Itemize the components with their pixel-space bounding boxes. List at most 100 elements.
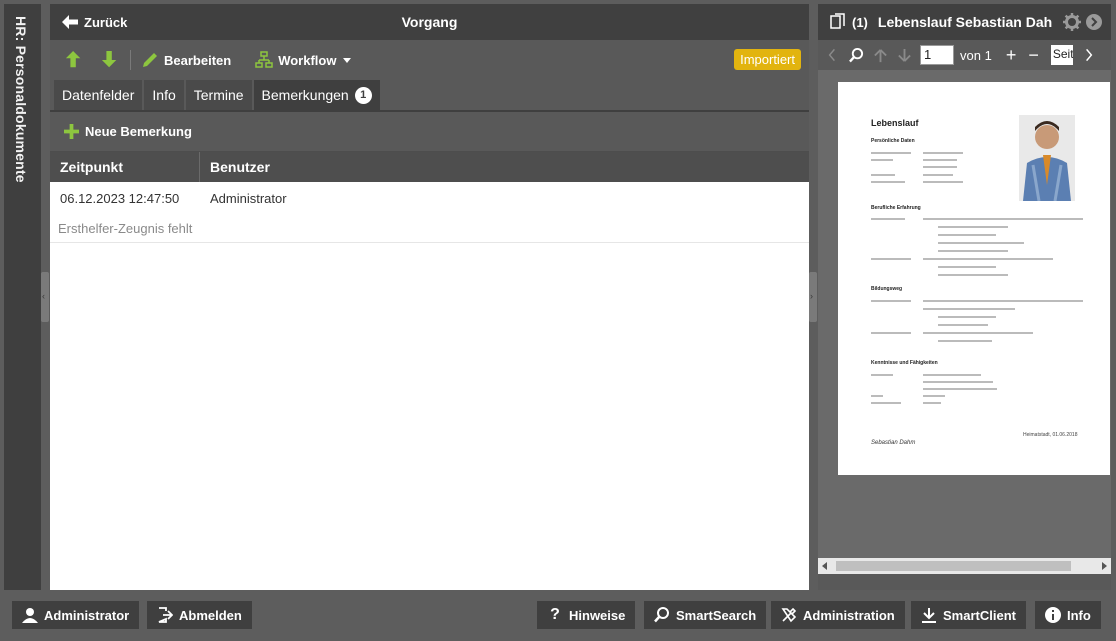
move-down-button[interactable] — [98, 49, 120, 71]
tab-termine[interactable]: Termine — [185, 80, 252, 110]
hints-button[interactable]: ? Hinweise — [537, 601, 636, 629]
scrollbar-thumb[interactable] — [836, 561, 1071, 571]
table-row[interactable]: 06.12.2023 12:47:50 Administrator Ersthe… — [50, 182, 809, 243]
workflow-label: Workflow — [278, 52, 337, 68]
user-icon — [22, 608, 38, 623]
process-header: Zurück Vorgang — [50, 4, 809, 40]
pdf-viewport[interactable]: Lebenslauf Persönliche Daten Berufliche … — [818, 70, 1111, 574]
cv-text-line — [938, 266, 996, 268]
page-up-button[interactable] — [872, 46, 888, 64]
cell-timestamp: 06.12.2023 12:47:50 — [60, 190, 180, 206]
info-icon — [1045, 607, 1061, 623]
workflow-icon — [255, 51, 273, 68]
document-count: (1) — [852, 14, 868, 30]
cell-user: Administrator — [210, 190, 287, 206]
cv-text-line — [938, 226, 1008, 228]
viewer-header: (1) Lebenslauf Sebastian Dahm — [818, 4, 1111, 40]
edit-button[interactable]: Bearbeiten — [141, 51, 231, 69]
tab-datenfelder[interactable]: Datenfelder — [54, 80, 143, 110]
tab-label: Bemerkungen — [261, 87, 349, 103]
user-button[interactable]: Administrator — [12, 601, 140, 629]
page-number-input[interactable]: 1 — [920, 45, 954, 65]
previous-page-button[interactable] — [824, 46, 840, 64]
logout-button[interactable]: Abmelden — [147, 601, 252, 629]
arrow-up-icon — [873, 48, 887, 62]
chevron-right-icon: › — [810, 291, 813, 301]
smartsearch-label: SmartSearch — [676, 607, 757, 623]
info-button[interactable]: Info — [1035, 601, 1101, 629]
cv-signature: Sebastian Dahm — [871, 440, 916, 446]
cv-section-heading: Bildungsweg — [871, 286, 903, 292]
module-sidebar[interactable]: HR: Personaldokumente — [4, 4, 41, 590]
page-title: Vorgang — [401, 14, 458, 30]
status-badge: Importiert — [734, 49, 801, 70]
document-title: Lebenslauf Sebastian Dahm — [877, 14, 1053, 30]
cv-text-line — [871, 374, 893, 376]
column-header-user[interactable]: Benutzer — [200, 152, 809, 182]
cv-text-line — [923, 300, 1083, 302]
next-document-icon[interactable] — [1085, 13, 1103, 31]
zoom-out-button[interactable]: − — [1028, 45, 1039, 66]
cv-text-line — [923, 181, 963, 183]
new-remark-button[interactable]: Neue Bemerkung — [64, 124, 192, 139]
tab-bar: Datenfelder Info Termine Bemerkungen 1 — [50, 80, 809, 112]
grid-header: Zeitpunkt Benutzer — [50, 152, 809, 182]
smartsearch-button[interactable]: SmartSearch — [644, 601, 767, 629]
document-viewer: (1) Lebenslauf Sebastian Dahm 1 von 1 + … — [818, 4, 1111, 590]
cv-text-line — [923, 395, 945, 397]
page-down-button[interactable] — [896, 46, 912, 64]
question-icon: ? — [550, 606, 560, 623]
scroll-right-icon[interactable] — [1102, 562, 1107, 570]
edit-label: Bearbeiten — [164, 52, 232, 68]
cv-text-line — [938, 242, 1024, 244]
move-up-button[interactable] — [62, 49, 84, 71]
tab-info[interactable]: Info — [144, 80, 184, 110]
zoom-in-button[interactable]: + — [1006, 45, 1017, 66]
column-header-timestamp[interactable]: Zeitpunkt — [50, 152, 200, 182]
smartclient-button[interactable]: SmartClient — [911, 601, 1026, 629]
user-label: Administrator — [44, 607, 130, 623]
gear-icon[interactable] — [1063, 13, 1081, 31]
logout-icon — [158, 607, 173, 623]
scroll-left-icon[interactable] — [822, 562, 827, 570]
cv-place-date: Heimatstadt, 01.06.2018 — [1023, 432, 1078, 438]
arrow-up-icon — [65, 51, 81, 68]
pencil-icon — [143, 53, 157, 67]
cv-title: Lebenslauf — [871, 118, 919, 128]
info-label: Info — [1067, 607, 1091, 623]
horizontal-scrollbar[interactable] — [818, 558, 1111, 574]
chevron-down-icon — [343, 57, 352, 63]
cv-text-line — [923, 174, 953, 176]
bottom-bar: Administrator Abmelden ? Hinweise SmartS… — [0, 592, 1116, 641]
next-page-button[interactable] — [1081, 46, 1097, 64]
download-icon — [922, 608, 936, 623]
plus-icon — [64, 124, 79, 139]
cv-text-line — [923, 388, 997, 390]
portrait-illustration — [1019, 115, 1075, 201]
cv-text-line — [923, 258, 1053, 260]
chevron-left-icon — [828, 48, 835, 62]
toolbar-divider — [130, 50, 131, 70]
process-toolbar: Bearbeiten Workflow Importiert — [50, 40, 809, 80]
cv-text-line — [938, 316, 996, 318]
tab-label: Termine — [193, 87, 244, 103]
left-splitter-handle[interactable]: ‹ — [41, 272, 49, 322]
back-button[interactable]: Zurück — [62, 4, 127, 40]
administration-button[interactable]: Administration — [771, 601, 905, 629]
right-splitter-handle[interactable]: › — [809, 272, 817, 322]
cv-text-line — [871, 159, 893, 161]
hints-label: Hinweise — [569, 607, 626, 623]
arrow-down-icon — [101, 51, 117, 68]
workflow-dropdown[interactable]: Workflow — [255, 51, 352, 69]
smartclient-label: SmartClient — [943, 607, 1016, 623]
cv-text-line — [923, 218, 1083, 220]
cv-text-line — [923, 152, 963, 154]
cv-text-line — [938, 250, 1008, 252]
cv-text-line — [871, 218, 905, 220]
tab-bemerkungen[interactable]: Bemerkungen 1 — [253, 80, 380, 110]
search-button[interactable] — [848, 46, 864, 64]
cv-text-line — [871, 152, 911, 154]
tools-icon — [781, 607, 797, 623]
zoom-select[interactable]: Seitenbreite — [1050, 45, 1073, 65]
cv-text-line — [923, 381, 993, 383]
